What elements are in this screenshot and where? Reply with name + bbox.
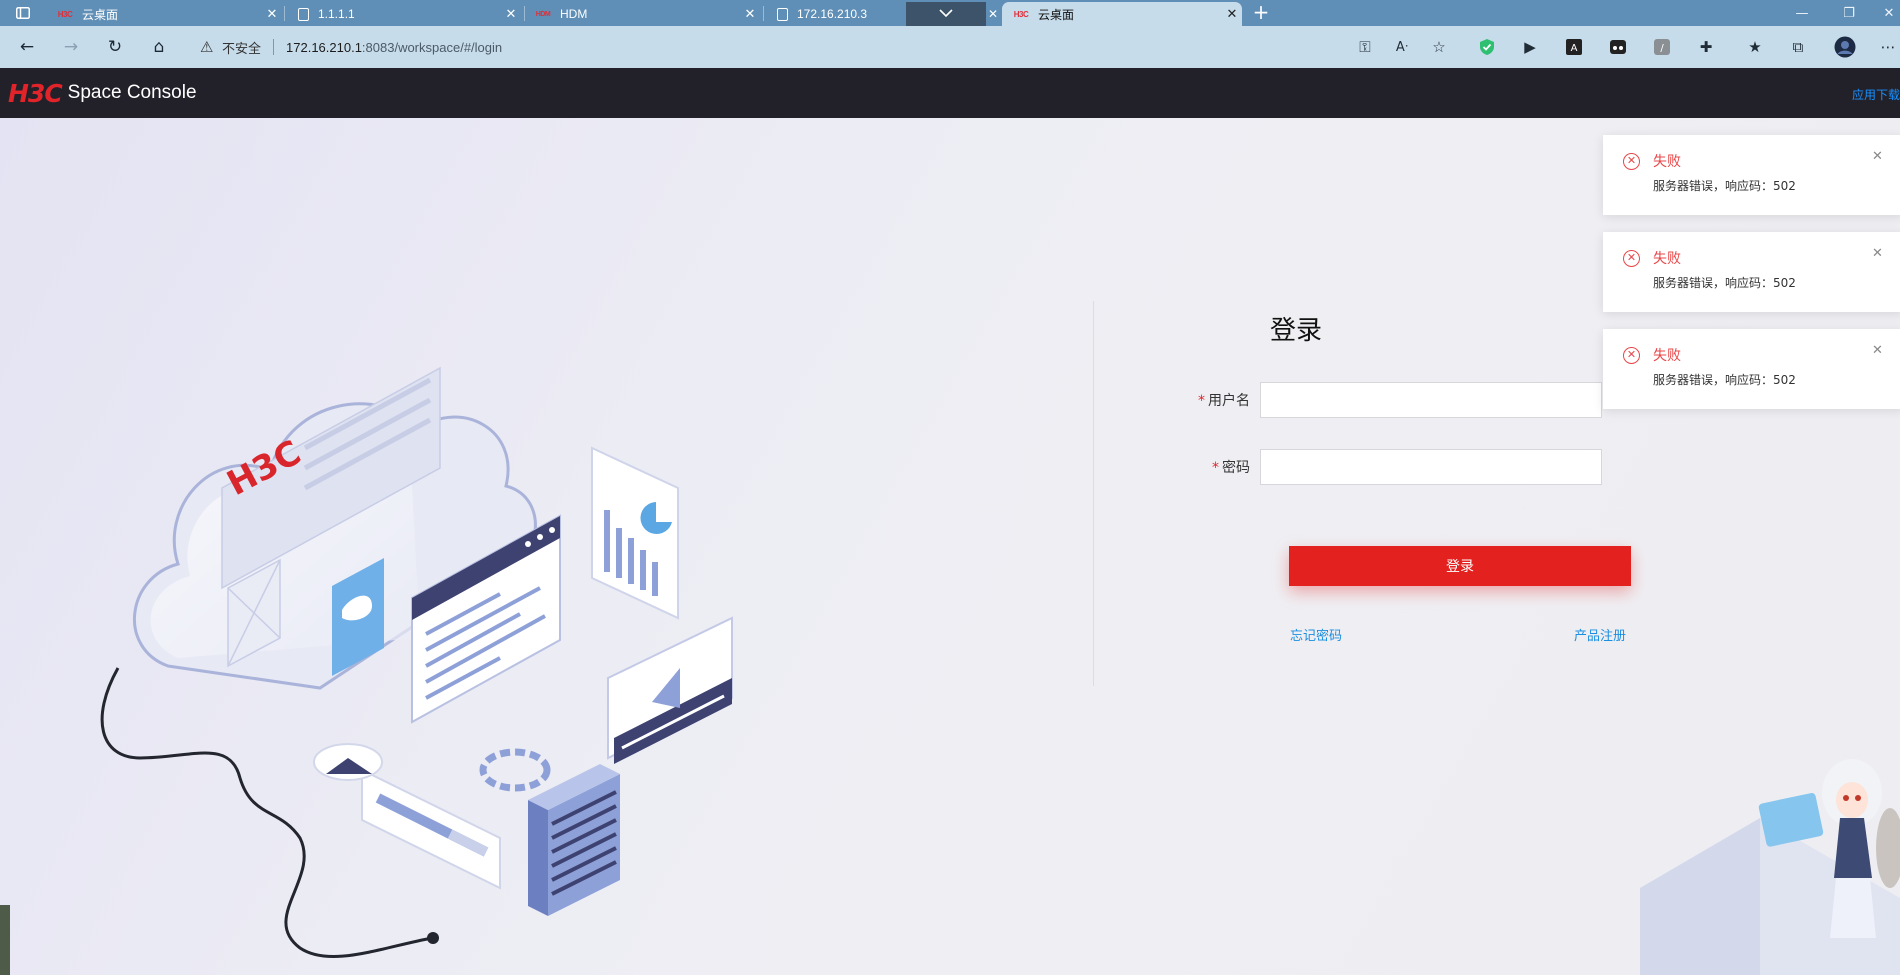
login-page: H3C 登录 * 用户名 * 密码 登录 忘记密码 产品注册 ✕ 失败 服务器错… — [0, 118, 1900, 975]
browser-tab-strip: H3C 云桌面 ✕ 1.1.1.1 ✕ HDM HDM ✕ 172.16.210… — [0, 0, 1900, 26]
page-icon — [777, 7, 788, 21]
restore-icon[interactable]: ❐ — [1832, 0, 1866, 26]
username-label-text: 用户名 — [1208, 393, 1250, 409]
tab-title: 云桌面 — [82, 7, 119, 22]
notification-title: 失败 — [1653, 251, 1681, 267]
add-favorite-icon[interactable]: ☆ — [1427, 35, 1451, 59]
tab-close-icon[interactable]: ✕ — [740, 6, 760, 22]
password-label-text: 密码 — [1222, 460, 1250, 476]
error-notification: ✕ 失败 服务器错误，响应码：502 ✕ — [1603, 329, 1900, 409]
h3c-logo-icon: H3C — [1013, 9, 1029, 19]
required-mark: * — [1212, 460, 1219, 476]
notification-message: 服务器错误，响应码：502 — [1653, 179, 1796, 193]
key-icon[interactable]: ⚿ — [1353, 35, 1377, 59]
close-window-icon[interactable]: ✕ — [1872, 0, 1900, 26]
close-icon[interactable]: ✕ — [1872, 343, 1883, 358]
username-label: * 用户名 — [1180, 390, 1260, 410]
chevron-down-icon — [939, 7, 953, 21]
page-icon — [298, 7, 309, 21]
login-button[interactable]: 登录 — [1289, 546, 1631, 586]
collections-icon[interactable]: ⧉ — [1786, 35, 1810, 59]
required-mark: * — [1198, 393, 1205, 409]
browser-tab[interactable]: H3C 云桌面 ✕ — [46, 2, 282, 26]
more-options-icon[interactable]: ⋯ — [1876, 35, 1900, 59]
vertical-divider — [1093, 301, 1094, 686]
tab-dropdown-button[interactable] — [906, 2, 986, 26]
extensions-puzzle-icon[interactable]: ✚ — [1694, 35, 1718, 59]
read-aloud-icon[interactable]: Aᐧ — [1390, 35, 1414, 59]
url-host: 172.16.210.1 — [286, 39, 362, 55]
error-notification: ✕ 失败 服务器错误，响应码：502 ✕ — [1603, 232, 1900, 312]
tab-title: 172.16.210.3 — [797, 7, 868, 21]
browser-tab[interactable]: 1.1.1.1 ✕ — [285, 2, 521, 26]
brand-logo: H3C — [8, 78, 63, 108]
extension-game-icon[interactable] — [1606, 35, 1630, 59]
shield-extension-icon[interactable] — [1475, 35, 1499, 59]
back-icon[interactable]: ← — [14, 34, 40, 60]
server-rack — [528, 764, 620, 916]
reload-icon[interactable]: ↻ — [102, 34, 128, 60]
profile-avatar[interactable] — [1833, 35, 1857, 59]
app-download-link[interactable]: 应用下载 — [1852, 86, 1900, 103]
login-title: 登录 — [1270, 316, 1323, 346]
forgot-password-link[interactable]: 忘记密码 — [1290, 625, 1342, 644]
tab-close-icon[interactable]: ✕ — [501, 6, 521, 22]
cloud-illustration: H3C — [100, 366, 733, 959]
password-row: * 密码 — [1180, 448, 1630, 486]
play-extension-icon[interactable]: ▶ — [1518, 35, 1542, 59]
desktop-mascot-image[interactable] — [1640, 738, 1900, 975]
security-status[interactable]: 不安全 — [222, 38, 261, 57]
error-notification: ✕ 失败 服务器错误，响应码：502 ✕ — [1603, 135, 1900, 215]
hdm-logo-icon: HDM — [535, 10, 551, 18]
username-input[interactable] — [1260, 382, 1602, 418]
username-row: * 用户名 — [1180, 381, 1630, 419]
product-name: Space Console — [67, 82, 197, 103]
svg-text:A: A — [1571, 43, 1578, 54]
url-path: :8083/workspace/#/login — [361, 39, 503, 55]
app-header: H3C Space Console 应用下载 — [0, 68, 1900, 118]
close-icon[interactable]: ✕ — [1872, 246, 1883, 261]
notification-message: 服务器错误，响应码：502 — [1653, 373, 1796, 387]
address-divider — [273, 39, 275, 55]
gear-icon — [479, 748, 551, 792]
browser-tab-active[interactable]: H3C 云桌面 ✕ — [1002, 2, 1242, 26]
error-circle-icon: ✕ — [1623, 153, 1640, 170]
favorites-icon[interactable]: ★ — [1743, 35, 1767, 59]
tab-close-icon[interactable]: ✕ — [1222, 6, 1242, 22]
notification-message: 服务器错误，响应码：502 — [1653, 276, 1796, 290]
cable-plug — [427, 932, 439, 944]
extension-script-icon[interactable]: / — [1650, 35, 1674, 59]
browser-tab[interactable]: HDM HDM ✕ — [524, 2, 760, 26]
password-label: * 密码 — [1180, 457, 1260, 477]
tab-title: HDM — [560, 7, 588, 21]
tab-title: 1.1.1.1 — [318, 7, 355, 21]
notification-title: 失败 — [1653, 348, 1681, 364]
error-circle-icon: ✕ — [1623, 250, 1640, 267]
minimize-icon[interactable]: — — [1785, 0, 1819, 26]
product-register-link[interactable]: 产品注册 — [1574, 625, 1626, 644]
tab-close-icon[interactable]: ✕ — [262, 6, 282, 22]
new-tab-button[interactable]: + — [1248, 0, 1274, 26]
warning-icon: ⚠ — [200, 39, 214, 56]
tab-actions-icon[interactable] — [6, 0, 40, 26]
password-input[interactable] — [1260, 449, 1602, 485]
tab-close-icon[interactable]: ✕ — [986, 2, 1000, 26]
tab-title: 云桌面 — [1038, 7, 1075, 22]
h3c-logo-icon: H3C — [57, 9, 73, 19]
extension-a-icon[interactable]: A — [1562, 35, 1586, 59]
close-icon[interactable]: ✕ — [1872, 149, 1883, 164]
browser-toolbar: ← → ↻ ⌂ ⚠ 不安全 172.16.210.1:8083/workspac… — [0, 26, 1900, 68]
home-icon[interactable]: ⌂ — [146, 34, 172, 60]
address-bar[interactable]: ⚠ 不安全 172.16.210.1:8083/workspace/#/logi… — [188, 32, 1456, 62]
url-text[interactable]: 172.16.210.1:8083/workspace/#/login — [286, 40, 502, 55]
error-circle-icon: ✕ — [1623, 347, 1640, 364]
notification-title: 失败 — [1653, 154, 1681, 170]
forward-icon[interactable]: → — [58, 34, 84, 60]
browser-tab[interactable]: 172.16.210.3 — [764, 2, 906, 26]
taskbar-edge — [0, 905, 10, 975]
